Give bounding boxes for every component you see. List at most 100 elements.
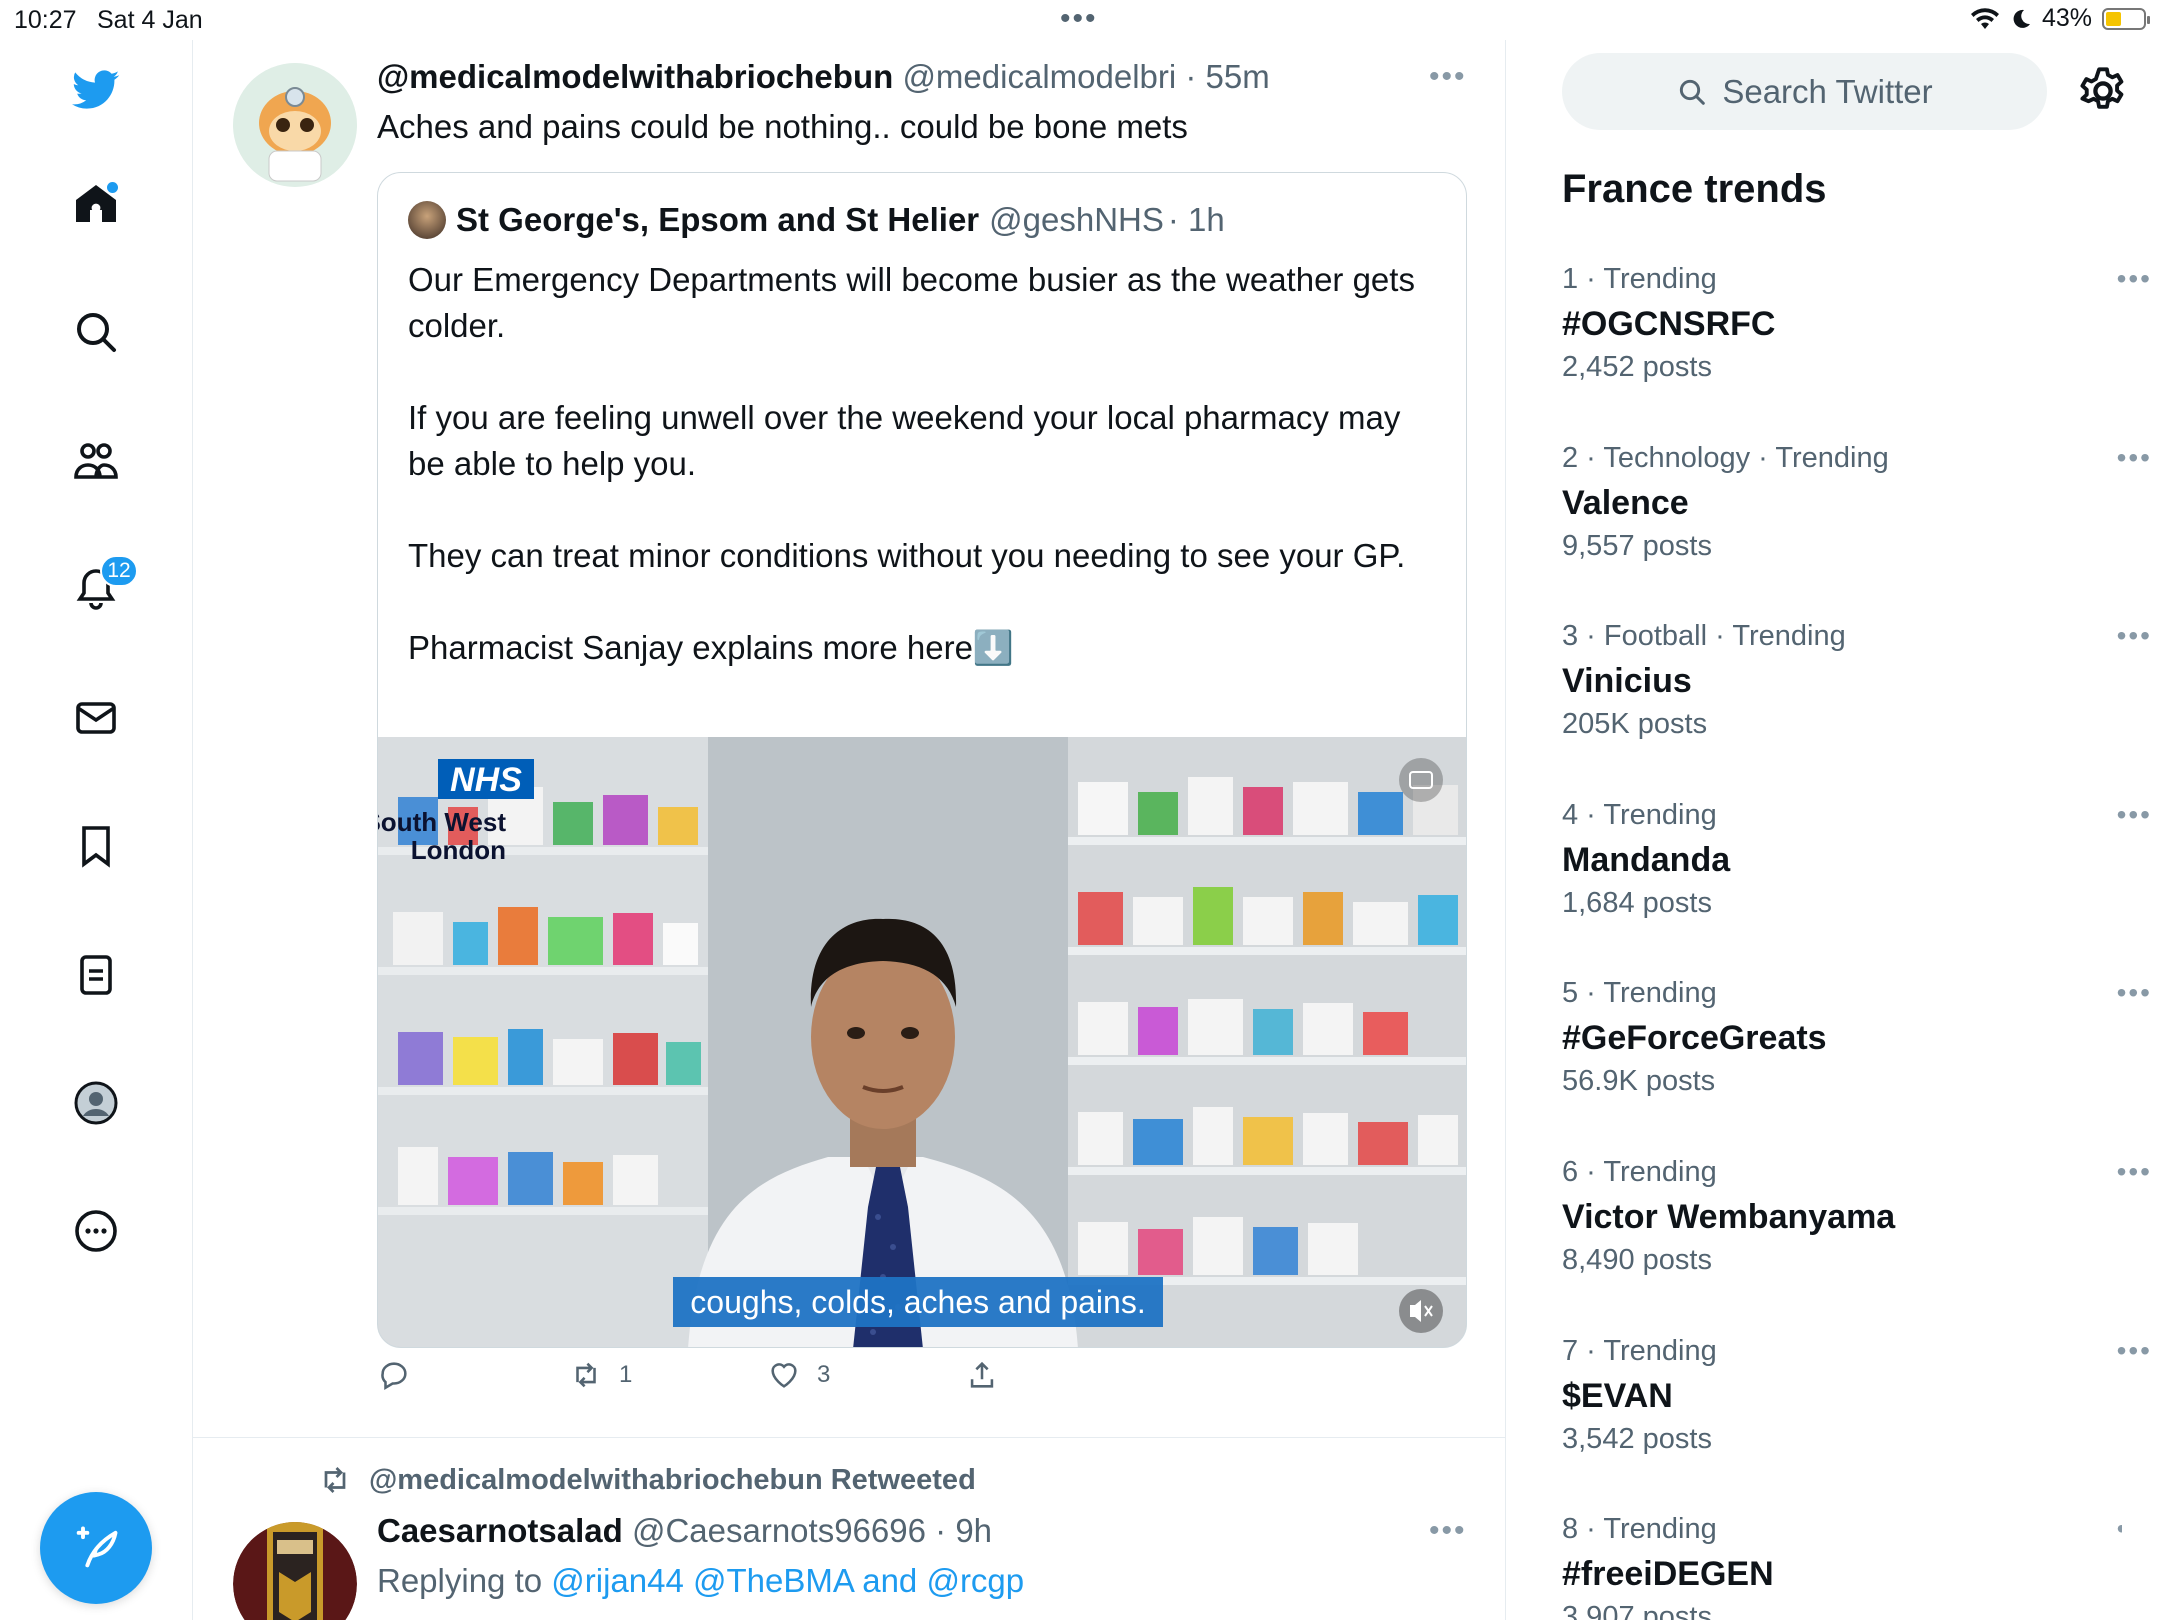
nav-more[interactable]: [60, 1195, 132, 1267]
gear-icon[interactable]: [2077, 65, 2129, 117]
nhs-logo-text: NHS: [450, 761, 522, 799]
nhs-logo-region: London: [411, 835, 506, 865]
retweet-icon: [576, 1362, 596, 1388]
trend-item[interactable]: 5 · Trending #GeForceGreats 56.9K posts …: [1562, 977, 2150, 1147]
like-count: 3: [817, 1361, 831, 1388]
share-button[interactable]: [965, 1358, 999, 1392]
replying-to-prefix: Replying to: [377, 1562, 552, 1599]
quoted-tweet-time: · 1h: [1167, 201, 1225, 238]
tweet-author-name[interactable]: Caesarnotsalad: [377, 1512, 623, 1549]
tweet-more-button[interactable]: •••: [1429, 1514, 1467, 1548]
nav-notifications[interactable]: 12: [60, 553, 138, 625]
heart-icon: [771, 1363, 797, 1388]
trend-more-button[interactable]: •••: [2117, 1335, 2152, 1367]
trend-count: 1,684 posts: [1562, 887, 1712, 919]
trend-more-button[interactable]: •••: [2117, 1156, 2152, 1188]
replying-to: Replying to @rijan44 @TheBMA and @rcgp: [377, 1562, 1024, 1600]
tweet-header: @medicalmodelwithabriochebun @medicalmod…: [377, 58, 1270, 96]
battery-percent: 43%: [2041, 4, 2092, 32]
trend-more-button[interactable]: •••: [2117, 799, 2152, 831]
video-player[interactable]: NHS South West London coughs, colds, ach…: [378, 737, 1466, 1347]
left-navigation: 12: [0, 40, 193, 1620]
retweeted-by[interactable]: @medicalmodelwithabriochebun Retweeted: [369, 1464, 976, 1497]
trend-item[interactable]: 4 · Trending Mandanda 1,684 posts •••: [1562, 799, 2150, 969]
retweet-count: 1: [619, 1361, 633, 1388]
quoted-tweet[interactable]: St George's, Epsom and St Helier @geshNH…: [377, 172, 1467, 1348]
quoted-author-handle: @geshNHS: [989, 201, 1164, 238]
nav-bookmarks[interactable]: [60, 810, 132, 882]
quoted-author-avatar: [408, 201, 446, 239]
trend-item[interactable]: 6 · Trending Victor Wembanyama 8,490 pos…: [1562, 1156, 2150, 1326]
nav-explore[interactable]: [60, 296, 132, 368]
retweet-icon: [324, 1467, 346, 1493]
reply-button[interactable]: [377, 1358, 427, 1392]
trend-context: 8 · Trending: [1562, 1513, 1717, 1545]
trend-item[interactable]: 8 · Trending #freeiDEGEN 3,907 posts •••: [1562, 1513, 2122, 1620]
quoted-tweet-text: Our Emergency Departments will become bu…: [408, 257, 1438, 671]
tweet-author-name[interactable]: @medicalmodelwithabriochebun: [377, 58, 893, 95]
tweet-author-handle[interactable]: @medicalmodelbri: [902, 58, 1176, 95]
trend-item[interactable]: 3 · Football · Trending Vinicius 205K po…: [1562, 620, 2150, 790]
tweet[interactable]: @medicalmodelwithabriochebun Retweeted C…: [193, 1438, 1505, 1620]
status-bar: 10:27 Sat 4 Jan ••• 43%: [0, 0, 2160, 40]
trend-count: 9,557 posts: [1562, 530, 1712, 562]
video-frame: NHS South West London coughs, colds, ach…: [378, 737, 1466, 1347]
multitasking-dots[interactable]: •••: [1060, 2, 1098, 36]
like-button[interactable]: 3: [767, 1358, 830, 1392]
tweet-author-avatar[interactable]: [233, 1522, 357, 1620]
nav-profile[interactable]: [60, 1067, 132, 1139]
battery-level: [2106, 11, 2122, 26]
tweet-actions: 1 3: [377, 1358, 1077, 1406]
nav-messages[interactable]: [60, 682, 132, 754]
trend-count: 2,452 posts: [1562, 351, 1712, 383]
search-input[interactable]: Search Twitter: [1562, 53, 2047, 130]
timeline[interactable]: @medicalmodelwithabriochebun @medicalmod…: [193, 40, 1506, 1620]
tweet-time[interactable]: · 55m: [1185, 58, 1269, 95]
search-placeholder: Search Twitter: [1722, 72, 1933, 110]
twitter-logo-icon[interactable]: [60, 54, 132, 126]
captions-icon[interactable]: [1399, 758, 1443, 802]
trend-more-button[interactable]: •••: [2117, 620, 2152, 652]
trend-name: #GeForceGreats: [1562, 1019, 1827, 1057]
more-circle-icon: [75, 1210, 117, 1252]
status-right: 43%: [1970, 4, 2150, 33]
tweet-more-button[interactable]: •••: [1429, 60, 1467, 94]
replying-to-users[interactable]: @rijan44 @TheBMA and @rcgp: [551, 1562, 1024, 1599]
trend-item[interactable]: 1 · Trending #OGCNSRFC 2,452 posts •••: [1562, 263, 2150, 433]
trend-item[interactable]: 7 · Trending $EVAN 3,542 posts •••: [1562, 1335, 2150, 1505]
tweet-author-handle[interactable]: @Caesarnots96696: [632, 1512, 926, 1549]
trend-name: Mandanda: [1562, 841, 1731, 879]
trend-count: 3,542 posts: [1562, 1423, 1712, 1455]
moon-icon: [2013, 9, 2030, 28]
trend-name: Vinicius: [1562, 662, 1692, 700]
lists-icon: [80, 955, 112, 995]
tweet-author-avatar[interactable]: [233, 63, 357, 187]
retweet-button[interactable]: 1: [569, 1358, 632, 1392]
nav-home[interactable]: [60, 168, 132, 240]
trend-context: 4 · Trending: [1562, 799, 1717, 831]
trend-name: Valence: [1562, 484, 1689, 522]
nav-communities[interactable]: [60, 425, 132, 497]
profile-avatar-icon: [74, 1081, 118, 1125]
compose-tweet-button[interactable]: [40, 1492, 152, 1604]
trend-context: 1 · Trending: [1562, 263, 1717, 295]
battery-icon: [2102, 7, 2150, 30]
trend-name: Victor Wembanyama: [1562, 1198, 1896, 1236]
search-icon: [77, 313, 116, 352]
right-sidebar: Search Twitter France trends 1 · Trendin…: [1507, 40, 2160, 1620]
notifications-badge: 12: [100, 555, 138, 587]
trends-title: France trends: [1562, 167, 1827, 211]
mute-icon[interactable]: [1399, 1289, 1443, 1333]
trend-more-button[interactable]: •••: [2117, 263, 2152, 295]
trend-more-button[interactable]: •••: [2117, 442, 2152, 474]
tweet[interactable]: @medicalmodelwithabriochebun @medicalmod…: [193, 40, 1505, 1437]
trend-more-button[interactable]: •••: [2117, 1513, 2122, 1545]
trend-item[interactable]: 2 · Technology · Trending Valence 9,557 …: [1562, 442, 2150, 612]
retweet-context: @medicalmodelwithabriochebun Retweeted: [317, 1462, 976, 1498]
trend-context: 5 · Trending: [1562, 977, 1717, 1009]
tweet-time[interactable]: · 9h: [935, 1512, 992, 1549]
trend-name: #OGCNSRFC: [1562, 305, 1776, 343]
nav-lists[interactable]: [60, 939, 132, 1011]
bookmark-icon: [82, 826, 110, 868]
trend-more-button[interactable]: •••: [2117, 977, 2152, 1009]
